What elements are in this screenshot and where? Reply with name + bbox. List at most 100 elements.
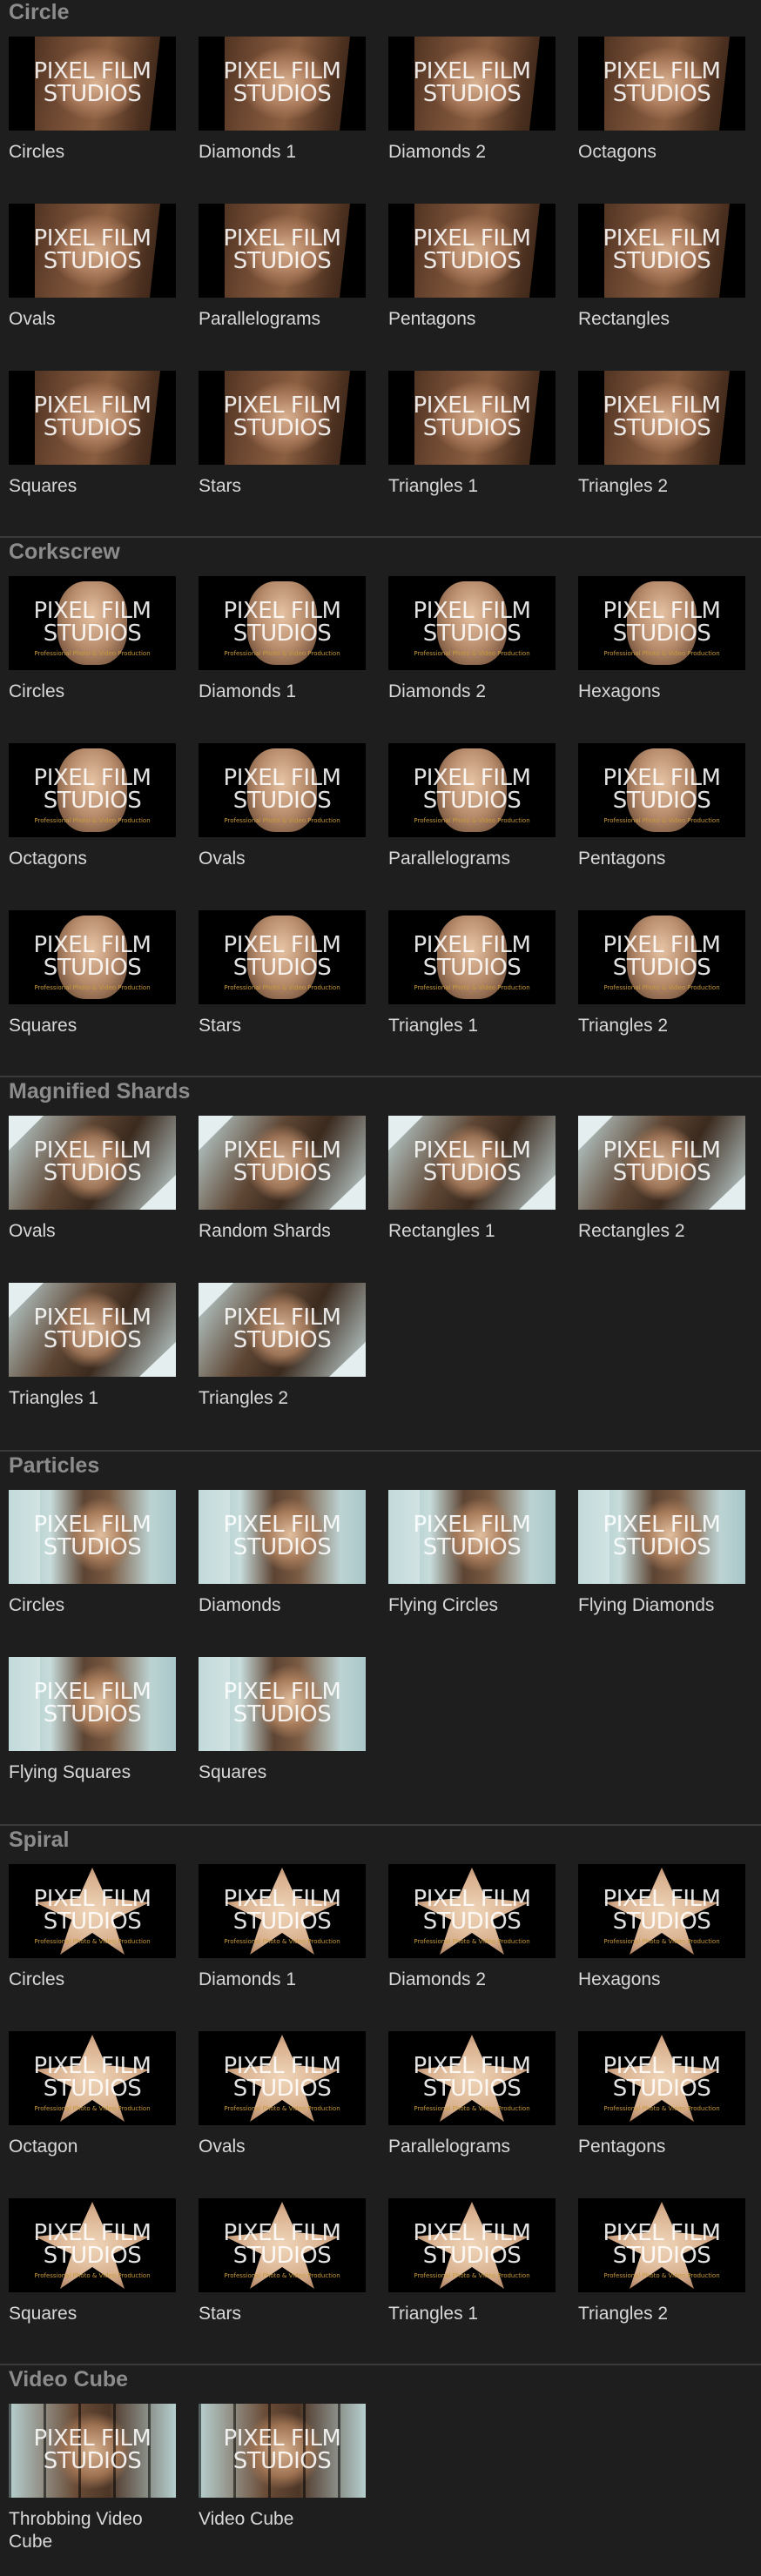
effect-thumbnail[interactable]: PIXEL FILM STUDIOS Professional Photo & Vi…	[388, 1864, 556, 1958]
effect-thumbnail[interactable]: PIXEL FILM STUDIOS	[9, 1657, 176, 1751]
effect-tile-triangles-1[interactable]: PIXEL FILM STUDIOS Triangles 1	[388, 371, 559, 498]
effect-thumbnail[interactable]: PIXEL FILM STUDIOS	[199, 37, 366, 131]
effect-thumbnail[interactable]: PIXEL FILM STUDIOS Professional Photo & Vi…	[9, 2198, 176, 2292]
effect-tile-diamonds-2[interactable]: PIXEL FILM STUDIOS Diamonds 2	[388, 37, 559, 164]
effect-thumbnail[interactable]: PIXEL FILM STUDIOS	[9, 37, 176, 131]
effect-tile-circles[interactable]: PIXEL FILM STUDIOS Circles	[9, 1490, 179, 1617]
effect-thumbnail[interactable]: PIXEL FILM STUDIOS	[199, 1490, 366, 1584]
effect-tile-video-cube[interactable]: PIXEL FILM STUDIOS Video Cube	[199, 2404, 369, 2531]
effect-thumbnail[interactable]: PIXEL FILM STUDIOS Professional Photo & Vi…	[578, 743, 745, 837]
effect-tile-triangles-2[interactable]: PIXEL FILM STUDIOS Triangles 2	[199, 1283, 369, 1410]
effect-tile-ovals[interactable]: PIXEL FILM STUDIOS Ovals	[9, 1116, 179, 1243]
effect-tile-ovals[interactable]: PIXEL FILM STUDIOS Ovals	[9, 204, 179, 331]
effect-tile-octagons[interactable]: PIXEL FILM STUDIOS Octagons	[578, 37, 749, 164]
effect-thumbnail[interactable]: PIXEL FILM STUDIOS Professional Photo & Vi…	[388, 2031, 556, 2125]
effect-thumbnail[interactable]: PIXEL FILM STUDIOS Professional Photo & Vi…	[578, 576, 745, 670]
effect-thumbnail[interactable]: PIXEL FILM STUDIOS	[388, 1490, 556, 1584]
effect-tile-diamonds-1[interactable]: PIXEL FILM STUDIOS Diamonds 1	[199, 37, 369, 164]
effect-thumbnail[interactable]: PIXEL FILM STUDIOS Professional Photo & Vi…	[199, 1864, 366, 1958]
effect-thumbnail[interactable]: PIXEL FILM STUDIOS Professional Photo & Vi…	[199, 910, 366, 1004]
effect-tile-rectangles[interactable]: PIXEL FILM STUDIOS Rectangles	[578, 204, 749, 331]
effect-tile-throbbing-video-cube[interactable]: PIXEL FILM STUDIOS Throbbing Video Cube	[9, 2404, 179, 2553]
effect-thumbnail[interactable]: PIXEL FILM STUDIOS	[199, 1283, 366, 1377]
effect-tile-hexagons[interactable]: PIXEL FILM STUDIOS Professional Photo & Vi…	[578, 576, 749, 703]
effect-tile-stars[interactable]: PIXEL FILM STUDIOS Stars	[199, 371, 369, 498]
effect-thumbnail[interactable]: PIXEL FILM STUDIOS Professional Photo & Vi…	[578, 1864, 745, 1958]
effect-tile-random-shards[interactable]: PIXEL FILM STUDIOS Random Shards	[199, 1116, 369, 1243]
effect-tile-rectangles-2[interactable]: PIXEL FILM STUDIOS Rectangles 2	[578, 1116, 749, 1243]
effect-thumbnail[interactable]: PIXEL FILM STUDIOS	[578, 204, 745, 298]
effect-thumbnail[interactable]: PIXEL FILM STUDIOS	[9, 204, 176, 298]
effect-thumbnail[interactable]: PIXEL FILM STUDIOS	[199, 1657, 366, 1751]
effect-tile-flying-squares[interactable]: PIXEL FILM STUDIOS Flying Squares	[9, 1657, 179, 1784]
effect-thumbnail[interactable]: PIXEL FILM STUDIOS	[388, 37, 556, 131]
effect-thumbnail[interactable]: PIXEL FILM STUDIOS	[9, 1116, 176, 1210]
effect-thumbnail[interactable]: PIXEL FILM STUDIOS	[199, 2404, 366, 2498]
effect-tile-circles[interactable]: PIXEL FILM STUDIOS Circles	[9, 37, 179, 164]
effect-tile-pentagons[interactable]: PIXEL FILM STUDIOS Professional Photo & Vi…	[578, 2031, 749, 2158]
effect-thumbnail[interactable]: PIXEL FILM STUDIOS	[388, 371, 556, 465]
effect-thumbnail[interactable]: PIXEL FILM STUDIOS	[9, 1283, 176, 1377]
effect-thumbnail[interactable]: PIXEL FILM STUDIOS	[388, 1116, 556, 1210]
effect-thumbnail[interactable]: PIXEL FILM STUDIOS Professional Photo & Vi…	[388, 910, 556, 1004]
effect-tile-circles[interactable]: PIXEL FILM STUDIOS Professional Photo & Vi…	[9, 1864, 179, 1991]
effect-thumbnail[interactable]: PIXEL FILM STUDIOS	[388, 204, 556, 298]
effect-tile-parallelograms[interactable]: PIXEL FILM STUDIOS Parallelograms	[199, 204, 369, 331]
effect-tile-ovals[interactable]: PIXEL FILM STUDIOS Professional Photo & Vi…	[199, 2031, 369, 2158]
effect-tile-flying-circles[interactable]: PIXEL FILM STUDIOS Flying Circles	[388, 1490, 559, 1617]
effect-thumbnail[interactable]: PIXEL FILM STUDIOS	[199, 371, 366, 465]
effect-thumbnail[interactable]: PIXEL FILM STUDIOS	[578, 371, 745, 465]
effect-thumbnail[interactable]: PIXEL FILM STUDIOS	[578, 37, 745, 131]
effect-thumbnail[interactable]: PIXEL FILM STUDIOS	[9, 2404, 176, 2498]
effect-tile-parallelograms[interactable]: PIXEL FILM STUDIOS Professional Photo & Vi…	[388, 743, 559, 870]
effect-tile-squares[interactable]: PIXEL FILM STUDIOS Professional Photo & Vi…	[9, 910, 179, 1037]
effect-tile-squares[interactable]: PIXEL FILM STUDIOS Professional Photo & Vi…	[9, 2198, 179, 2325]
effect-thumbnail[interactable]: PIXEL FILM STUDIOS Professional Photo & Vi…	[9, 2031, 176, 2125]
effect-thumbnail[interactable]: PIXEL FILM STUDIOS Professional Photo & Vi…	[388, 2198, 556, 2292]
effect-thumbnail[interactable]: PIXEL FILM STUDIOS Professional Photo & Vi…	[388, 576, 556, 670]
effect-tile-hexagons[interactable]: PIXEL FILM STUDIOS Professional Photo & Vi…	[578, 1864, 749, 1991]
effect-tile-stars[interactable]: PIXEL FILM STUDIOS Professional Photo & Vi…	[199, 2198, 369, 2325]
effect-tile-triangles-1[interactable]: PIXEL FILM STUDIOS Triangles 1	[9, 1283, 179, 1410]
effect-tile-triangles-2[interactable]: PIXEL FILM STUDIOS Professional Photo & Vi…	[578, 910, 749, 1037]
effect-thumbnail[interactable]: PIXEL FILM STUDIOS Professional Photo & Vi…	[578, 910, 745, 1004]
effect-tile-triangles-1[interactable]: PIXEL FILM STUDIOS Professional Photo & Vi…	[388, 910, 559, 1037]
effect-thumbnail[interactable]: PIXEL FILM STUDIOS Professional Photo & Vi…	[578, 2031, 745, 2125]
effect-tile-diamonds-2[interactable]: PIXEL FILM STUDIOS Professional Photo & Vi…	[388, 576, 559, 703]
effect-tile-pentagons[interactable]: PIXEL FILM STUDIOS Pentagons	[388, 204, 559, 331]
effect-tile-squares[interactable]: PIXEL FILM STUDIOS Squares	[9, 371, 179, 498]
effect-tile-octagons[interactable]: PIXEL FILM STUDIOS Professional Photo & Vi…	[9, 743, 179, 870]
effect-thumbnail[interactable]: PIXEL FILM STUDIOS Professional Photo & Vi…	[199, 743, 366, 837]
effect-tile-stars[interactable]: PIXEL FILM STUDIOS Professional Photo & Vi…	[199, 910, 369, 1037]
effect-thumbnail[interactable]: PIXEL FILM STUDIOS	[9, 1490, 176, 1584]
effect-thumbnail[interactable]: PIXEL FILM STUDIOS	[578, 1490, 745, 1584]
effect-tile-ovals[interactable]: PIXEL FILM STUDIOS Professional Photo & Vi…	[199, 743, 369, 870]
effect-tile-parallelograms[interactable]: PIXEL FILM STUDIOS Professional Photo & Vi…	[388, 2031, 559, 2158]
effect-tile-diamonds-1[interactable]: PIXEL FILM STUDIOS Professional Photo & Vi…	[199, 1864, 369, 1991]
effect-thumbnail[interactable]: PIXEL FILM STUDIOS Professional Photo & Vi…	[578, 2198, 745, 2292]
effect-tile-triangles-1[interactable]: PIXEL FILM STUDIOS Professional Photo & Vi…	[388, 2198, 559, 2325]
effect-thumbnail[interactable]: PIXEL FILM STUDIOS Professional Photo & Vi…	[388, 743, 556, 837]
effect-tile-triangles-2[interactable]: PIXEL FILM STUDIOS Professional Photo & Vi…	[578, 2198, 749, 2325]
effect-thumbnail[interactable]: PIXEL FILM STUDIOS Professional Photo & Vi…	[9, 910, 176, 1004]
effect-thumbnail[interactable]: PIXEL FILM STUDIOS Professional Photo & Vi…	[199, 2198, 366, 2292]
effect-tile-squares[interactable]: PIXEL FILM STUDIOS Squares	[199, 1657, 369, 1784]
effect-thumbnail[interactable]: PIXEL FILM STUDIOS Professional Photo & Vi…	[9, 1864, 176, 1958]
effect-thumbnail[interactable]: PIXEL FILM STUDIOS	[199, 204, 366, 298]
effect-thumbnail[interactable]: PIXEL FILM STUDIOS	[199, 1116, 366, 1210]
effect-tile-flying-diamonds[interactable]: PIXEL FILM STUDIOS Flying Diamonds	[578, 1490, 749, 1617]
effect-tile-diamonds-1[interactable]: PIXEL FILM STUDIOS Professional Photo & Vi…	[199, 576, 369, 703]
effect-tile-diamonds-2[interactable]: PIXEL FILM STUDIOS Professional Photo & Vi…	[388, 1864, 559, 1991]
effect-thumbnail[interactable]: PIXEL FILM STUDIOS Professional Photo & Vi…	[9, 576, 176, 670]
effect-thumbnail[interactable]: PIXEL FILM STUDIOS Professional Photo & Vi…	[199, 2031, 366, 2125]
effect-tile-pentagons[interactable]: PIXEL FILM STUDIOS Professional Photo & Vi…	[578, 743, 749, 870]
effect-thumbnail[interactable]: PIXEL FILM STUDIOS	[9, 371, 176, 465]
effect-thumbnail[interactable]: PIXEL FILM STUDIOS Professional Photo & Vi…	[9, 743, 176, 837]
effect-tile-rectangles-1[interactable]: PIXEL FILM STUDIOS Rectangles 1	[388, 1116, 559, 1243]
effect-tile-octagon[interactable]: PIXEL FILM STUDIOS Professional Photo & Vi…	[9, 2031, 179, 2158]
effect-thumbnail[interactable]: PIXEL FILM STUDIOS Professional Photo & Vi…	[199, 576, 366, 670]
effect-tile-triangles-2[interactable]: PIXEL FILM STUDIOS Triangles 2	[578, 371, 749, 498]
effect-thumbnail[interactable]: PIXEL FILM STUDIOS	[578, 1116, 745, 1210]
effect-tile-circles[interactable]: PIXEL FILM STUDIOS Professional Photo & Vi…	[9, 576, 179, 703]
effect-tile-diamonds[interactable]: PIXEL FILM STUDIOS Diamonds	[199, 1490, 369, 1617]
